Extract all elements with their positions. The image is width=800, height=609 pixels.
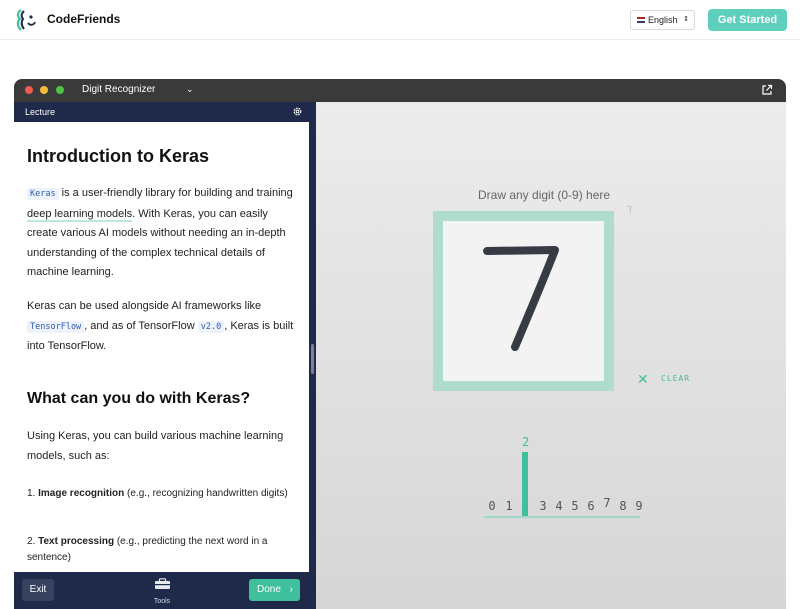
maximize-window-button[interactable] xyxy=(56,86,64,94)
intro-text-1: is a user-friendly library for building … xyxy=(58,187,293,199)
prediction-bar xyxy=(522,452,528,516)
lecture-panel: Lecture Introduction to Keras Keras is a… xyxy=(14,102,309,609)
get-started-button[interactable]: Get Started xyxy=(708,9,787,31)
drawn-digit-stroke xyxy=(483,246,559,351)
settings-icon[interactable] xyxy=(292,106,303,117)
predicted-digit: 2 xyxy=(522,435,530,449)
list-number: 1. xyxy=(27,488,39,499)
digit-label-7: 7 xyxy=(603,496,611,510)
lecture-label: Lecture xyxy=(25,107,56,117)
tf-text-2: , and as of TensorFlow xyxy=(84,319,198,332)
tools-button[interactable]: Tools xyxy=(152,578,172,608)
section-heading: What can you do with Keras? xyxy=(27,390,251,407)
tools-icon xyxy=(154,578,170,589)
close-icon: ✕ xyxy=(637,371,649,387)
window-title[interactable]: Digit Recognizer xyxy=(82,84,155,95)
list-item: 1. Image recognition (e.g., recognizing … xyxy=(27,486,292,502)
external-link-icon[interactable] xyxy=(761,84,773,96)
window-titlebar: Digit Recognizer ⌄ xyxy=(14,79,786,102)
prediction-chart: 2 0 1 3 4 5 6 7 8 9 xyxy=(484,432,644,522)
recognizer-area: Draw any digit (0-9) here ✕ CLEAR 2 0 1 … xyxy=(316,102,786,609)
logo-icon[interactable] xyxy=(14,8,38,32)
site-header: CodeFriends English ⇕ Get Started xyxy=(0,0,800,40)
highlight-term[interactable]: deep learning models xyxy=(27,207,133,222)
clear-label: CLEAR xyxy=(661,374,691,383)
splitter-handle[interactable] xyxy=(311,344,314,374)
list-desc: (e.g., recognizing handwritten digits) xyxy=(124,488,288,499)
digit-label-8: 8 xyxy=(619,499,627,513)
prediction-axis xyxy=(484,516,640,518)
chevron-right-icon: › xyxy=(289,584,293,595)
panel-splitter[interactable] xyxy=(309,102,316,609)
digit-label-4: 4 xyxy=(555,499,563,513)
digit-label-3: 3 xyxy=(539,499,547,513)
digit-label-9: 9 xyxy=(635,499,643,513)
app-window: Digit Recognizer ⌄ Lecture Introduction … xyxy=(14,79,786,609)
done-button[interactable]: Done › xyxy=(249,579,300,601)
draw-hint: Draw any digit (0-9) here xyxy=(478,188,611,202)
minimize-window-button[interactable] xyxy=(40,86,48,94)
tf-text-1: Keras can be used alongside AI framework… xyxy=(27,300,262,312)
lecture-content[interactable]: Introduction to Keras Keras is a user-fr… xyxy=(27,122,302,572)
chevron-down-icon[interactable]: ⌄ xyxy=(186,84,194,95)
lecture-title: Introduction to Keras xyxy=(27,146,210,166)
brand-name[interactable]: CodeFriends xyxy=(47,12,120,26)
digit-label-0: 0 xyxy=(488,499,496,513)
clear-button[interactable]: ✕ CLEAR xyxy=(637,371,697,387)
intro-paragraph: Keras is a user-friendly library for bui… xyxy=(27,184,299,283)
exit-button[interactable]: Exit xyxy=(22,579,54,601)
uses-paragraph: Using Keras, you can build various machi… xyxy=(27,430,284,462)
list-number: 2. xyxy=(27,536,39,547)
us-flag-icon xyxy=(637,17,645,23)
list-term: Image recognition xyxy=(38,488,125,499)
code-keras: Keras xyxy=(27,188,59,200)
lecture-footer: Exit Tools Done › xyxy=(14,572,309,609)
list-term: Text processing xyxy=(38,536,115,547)
digit-label-6: 6 xyxy=(587,499,595,513)
tensorflow-paragraph: Keras can be used alongside AI framework… xyxy=(27,297,299,357)
code-tensorflow: TensorFlow xyxy=(27,320,85,333)
language-select[interactable]: English ⇕ xyxy=(630,10,695,30)
pencil-icon xyxy=(626,205,632,214)
code-version: v2.0 xyxy=(197,320,225,333)
digit-label-1: 1 xyxy=(505,499,513,513)
tools-label: Tools xyxy=(153,598,171,605)
lecture-bar: Lecture xyxy=(14,102,309,122)
done-label: Done xyxy=(257,584,281,595)
digit-label-5: 5 xyxy=(571,499,579,513)
select-arrows-icon: ⇕ xyxy=(683,16,689,23)
list-item: 2. Text processing (e.g., predicting the… xyxy=(27,534,292,566)
close-window-button[interactable] xyxy=(25,86,33,94)
language-label: English xyxy=(648,15,678,25)
